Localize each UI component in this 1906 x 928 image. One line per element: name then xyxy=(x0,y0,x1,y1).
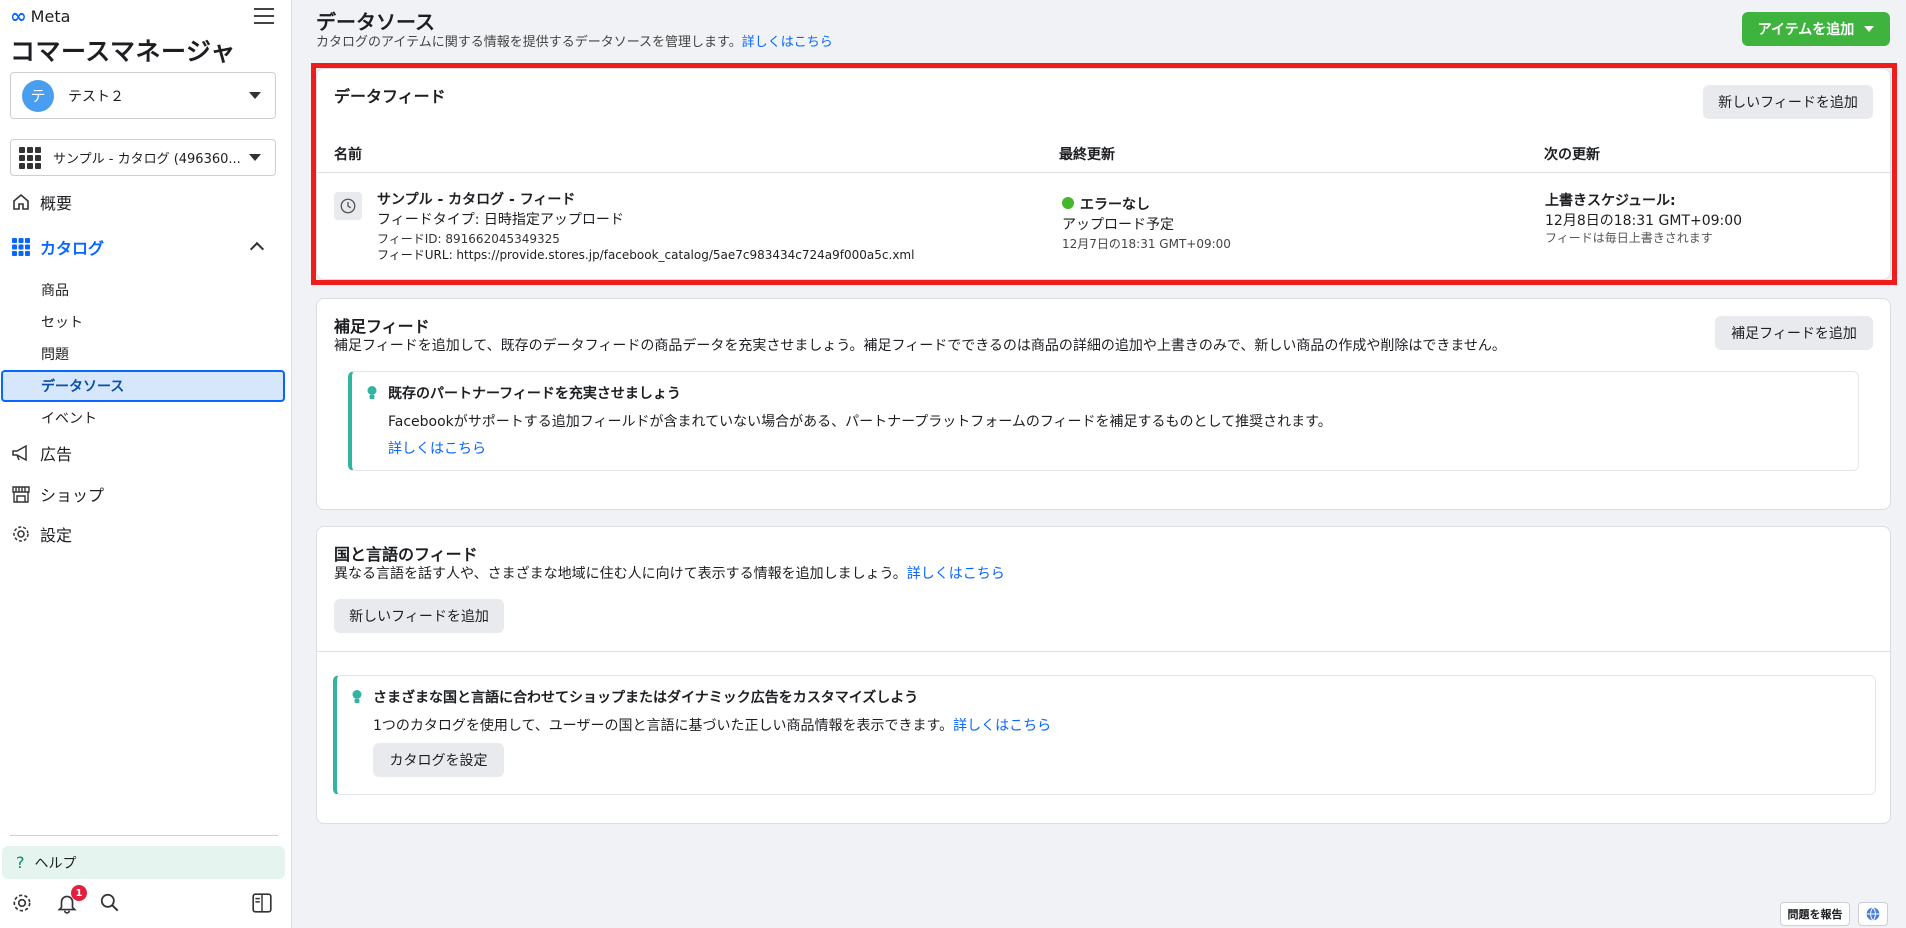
nav-settings[interactable]: 設定 xyxy=(10,520,72,548)
country-language-tip-link[interactable]: 詳しくはこちら xyxy=(953,718,1051,734)
sidebar-bottom-bar: 1 xyxy=(0,885,292,919)
question-icon: ? xyxy=(16,853,25,872)
card-divider xyxy=(317,651,1890,652)
catalog-icon xyxy=(10,236,32,258)
lightbulb-icon xyxy=(367,386,377,399)
home-icon xyxy=(10,191,32,213)
add-item-label: アイテムを追加 xyxy=(1757,22,1855,38)
megaphone-icon xyxy=(10,442,32,464)
notification-bell-icon[interactable]: 1 xyxy=(55,885,87,915)
country-language-title: 国と言語のフィード xyxy=(334,545,478,564)
sub-item-sets[interactable]: セット xyxy=(41,310,83,334)
sub-item-data-sources[interactable]: データソース xyxy=(1,370,285,402)
country-language-learn-more-link[interactable]: 詳しくはこちら xyxy=(907,566,1005,582)
nav-overview[interactable]: 概要 xyxy=(10,188,72,216)
nav-label: カタログ xyxy=(40,239,105,258)
report-problem-button[interactable]: 問題を報告 xyxy=(1780,902,1850,926)
setup-catalog-button[interactable]: カタログを設定 xyxy=(373,743,504,777)
app-title: コマースマネージャ xyxy=(10,37,236,66)
nav-shop[interactable]: ショップ xyxy=(10,480,104,508)
add-supplementary-feed-button[interactable]: 補足フィードを追加 xyxy=(1715,316,1873,350)
supplementary-learn-more-link[interactable]: 詳しくはこちら xyxy=(388,438,486,458)
account-selector[interactable]: テ テスト２ xyxy=(10,72,276,119)
gear-icon xyxy=(10,523,32,545)
add-country-language-feed-button[interactable]: 新しいフィードを追加 xyxy=(334,599,504,633)
sub-item-issues[interactable]: 問題 xyxy=(41,342,69,366)
catalog-selector[interactable]: サンプル - カタログ (496360... xyxy=(10,139,276,176)
page-description: カタログのアイテムに関する情報を提供するデータソースを管理します。詳しくはこちら xyxy=(316,31,833,50)
country-language-tip-title: さまざまな国と言語に合わせてショップまたはダイナミック広告をカスタマイズしよう xyxy=(373,690,919,706)
country-language-tip-body: 1つのカタログを使用して、ユーザーの国と言語に基づいた正しい商品情報を表示できま… xyxy=(373,715,1051,735)
learn-more-link[interactable]: 詳しくはこちら xyxy=(742,35,833,50)
supplementary-tip-body: Facebookがサポートする追加フィールドが含まれていない場合がある、パートナ… xyxy=(388,414,1332,430)
catalog-name: サンプル - カタログ (496360... xyxy=(53,152,241,167)
nav-label: 設定 xyxy=(40,526,73,545)
add-item-button[interactable]: アイテムを追加 xyxy=(1742,12,1890,46)
supplementary-feed-card: 補足フィード 補足フィードを追加して、既存のデータフィードの商品データを充実させ… xyxy=(316,298,1891,510)
sub-item-events[interactable]: イベント xyxy=(41,406,97,430)
country-language-tip-box: さまざまな国と言語に合わせてショップまたはダイナミック広告をカスタマイズしよう … xyxy=(333,675,1876,795)
panel-toggle-icon[interactable] xyxy=(250,891,274,915)
menu-icon[interactable] xyxy=(254,8,274,24)
caret-down-icon xyxy=(1864,26,1875,32)
globe-icon[interactable] xyxy=(1858,902,1888,926)
caret-down-icon xyxy=(249,154,261,161)
sidebar-divider xyxy=(10,835,278,836)
page-description-text: カタログのアイテムに関する情報を提供するデータソースを管理します。 xyxy=(316,35,742,50)
country-language-tip-body-text: 1つのカタログを使用して、ユーザーの国と言語に基づいた正しい商品情報を表示できま… xyxy=(373,718,954,734)
search-icon[interactable] xyxy=(98,891,122,915)
meta-infinity-icon: ∞ xyxy=(10,4,27,28)
account-name: テスト２ xyxy=(68,88,124,105)
nav-ads[interactable]: 広告 xyxy=(10,439,72,467)
sub-item-products[interactable]: 商品 xyxy=(41,278,69,302)
storefront-icon xyxy=(10,483,32,505)
country-language-description: 異なる言語を話す人や、さまざまな地域に住む人に向けて表示する情報を追加しましょう… xyxy=(334,563,1005,583)
supplementary-feed-title: 補足フィード xyxy=(334,317,430,336)
nav-catalog[interactable]: カタログ xyxy=(10,233,104,261)
meta-brand-text: Meta xyxy=(30,6,71,26)
country-language-card: 国と言語のフィード 異なる言語を話す人や、さまざまな地域に住む人に向けて表示する… xyxy=(316,526,1891,824)
highlight-frame xyxy=(311,63,1897,285)
nav-label: 広告 xyxy=(40,445,73,464)
lightbulb-icon xyxy=(352,690,362,703)
caret-down-icon xyxy=(249,92,261,99)
country-language-description-text: 異なる言語を話す人や、さまざまな地域に住む人に向けて表示する情報を追加しましょう… xyxy=(334,566,907,582)
supplementary-feed-description: 補足フィードを追加して、既存のデータフィードの商品データを充実させましょう。補足… xyxy=(334,338,1506,354)
notification-badge: 1 xyxy=(71,885,87,901)
help-item[interactable]: ? ヘルプ xyxy=(2,846,285,879)
help-label: ヘルプ xyxy=(34,855,77,872)
catalog-grid-icon xyxy=(19,146,41,169)
supplementary-tip-box: 既存のパートナーフィードを充実させましょう Facebookがサポートする追加フ… xyxy=(348,371,1859,471)
supplementary-tip-title: 既存のパートナーフィードを充実させましょう xyxy=(388,386,681,402)
chevron-up-icon[interactable] xyxy=(249,241,265,257)
nav-label: ショップ xyxy=(40,486,105,505)
meta-logo[interactable]: ∞ Meta xyxy=(10,6,70,26)
settings-gear-icon[interactable] xyxy=(10,891,34,915)
sidebar: ∞ Meta コマースマネージャ テ テスト２ サンプル - カタログ (496… xyxy=(0,0,292,928)
avatar: テ xyxy=(22,79,54,112)
nav-label: 概要 xyxy=(40,194,73,213)
